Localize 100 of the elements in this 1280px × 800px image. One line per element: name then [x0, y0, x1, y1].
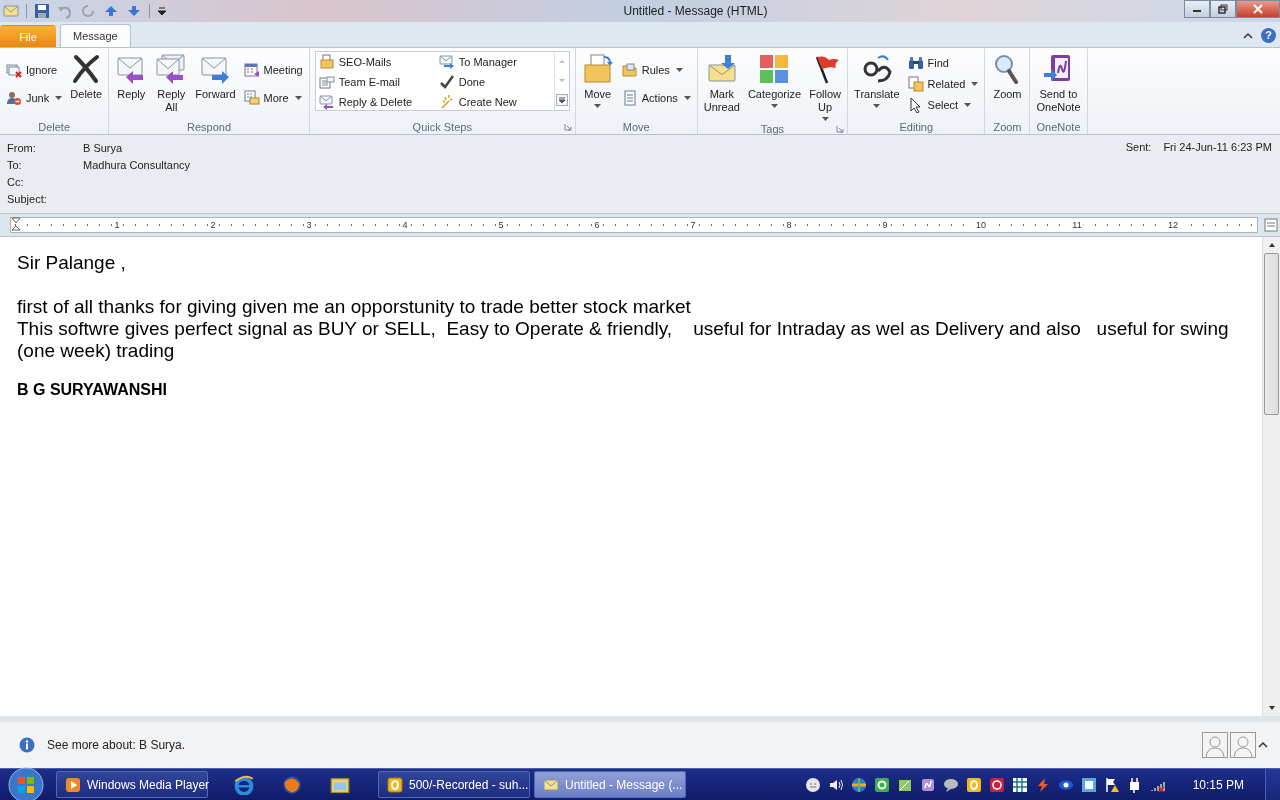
binoculars-icon [907, 54, 924, 71]
restore-icon [1218, 4, 1228, 14]
smiley-icon[interactable] [804, 776, 821, 793]
browser-icon[interactable] [234, 774, 254, 795]
ruler-number: 7 [688, 220, 698, 230]
vertical-scrollbar[interactable] [1262, 237, 1280, 716]
start-button[interactable] [8, 766, 44, 800]
caret-icon [971, 82, 979, 86]
folder-document-icon [581, 53, 614, 85]
indent-marker-icon[interactable] [11, 217, 21, 233]
taskbar-button[interactable]: 500/-Recorded - suh... [378, 771, 530, 798]
ribbon-button[interactable]: Mark Unread [700, 51, 743, 123]
quick-step-item[interactable]: To Manager [435, 52, 554, 72]
collapse-ribbon-icon[interactable] [1243, 30, 1253, 41]
ribbon-button[interactable]: Follow Up [806, 51, 845, 123]
ruler-number: 10 [974, 220, 988, 230]
paragraph: first of all thanks for giving given me an opporstunity to trade better stock market [17, 296, 692, 318]
up-arrow-icon[interactable] [103, 3, 119, 19]
caret-icon [683, 96, 691, 101]
ribbon-button[interactable]: Junk [3, 88, 66, 108]
ribbon-button[interactable]: Forward [192, 51, 239, 119]
group-label: Quick Steps [412, 120, 472, 133]
avatar-icon[interactable] [1202, 732, 1228, 758]
warning-flag-icon[interactable] [1103, 776, 1120, 793]
notebook-icon[interactable] [919, 776, 936, 793]
caret-icon [294, 96, 302, 101]
ruler-number: 8 [784, 220, 794, 230]
quick-step-item[interactable]: Create New [435, 92, 554, 112]
envelope-arrow-icon [438, 54, 455, 70]
checkmark-icon [438, 74, 455, 90]
field-value: B Surya [83, 141, 123, 154]
speech-bubble-icon[interactable] [942, 776, 959, 793]
minimize-button[interactable] [1184, 0, 1210, 18]
field-label: Cc: [7, 175, 25, 188]
ribbon-button[interactable]: Reply [112, 51, 151, 119]
ribbon-button[interactable]: Rules [618, 60, 694, 80]
frame-icon[interactable] [1080, 776, 1097, 793]
ribbon-button[interactable]: Translate [851, 51, 903, 119]
ribbon-button[interactable]: Reply All [152, 51, 191, 119]
expand-gallery-icon[interactable] [555, 93, 568, 106]
window-title: Untitled - Message (HTML) [622, 4, 769, 18]
square-app-icon[interactable] [873, 776, 890, 793]
ribbon-button[interactable]: Categorize [744, 51, 805, 123]
group-label: Zoom [993, 120, 1022, 133]
ribbon-button[interactable]: Zoom [988, 51, 1027, 119]
group-label: Tags [760, 123, 785, 135]
expand-pane-icon[interactable] [1258, 740, 1268, 750]
group-label: OneNote [1036, 120, 1081, 133]
people-pane-text[interactable]: See more about: B Surya. [47, 738, 1190, 752]
grid-icon[interactable] [1011, 776, 1028, 793]
close-icon [1253, 4, 1263, 14]
close-button[interactable] [1236, 0, 1280, 18]
restore-button[interactable] [1210, 0, 1236, 18]
ball-icon[interactable] [850, 776, 867, 793]
quick-step-item[interactable]: Team E-mail [315, 72, 436, 92]
field-value: Madhura Consultancy [83, 158, 190, 171]
ruler-number: 3 [304, 220, 314, 230]
ribbon-button[interactable]: Ignore [3, 60, 66, 80]
ribbon-button[interactable]: More [240, 88, 306, 108]
envelopes-arrow-icon [155, 53, 188, 85]
ruler-number: 5 [496, 220, 506, 230]
group-label: Delete [38, 120, 70, 133]
ruler-number: 1 [112, 220, 122, 230]
quick-step-item[interactable]: Reply & Delete [315, 92, 436, 112]
ribbon-button[interactable]: Meeting [240, 60, 306, 80]
ribbon-button[interactable]: Send to OneNote [1033, 51, 1084, 119]
caret-icon [964, 103, 972, 108]
ribbon-button[interactable]: Related [904, 74, 982, 94]
documents-icon [907, 76, 924, 92]
group-label: Move [622, 120, 650, 133]
ruler-toggle-icon[interactable] [1264, 218, 1278, 232]
dialog-launcher-icon[interactable] [563, 122, 572, 131]
down-arrow-icon[interactable] [126, 3, 142, 19]
ignore-icon [6, 61, 22, 78]
help-button[interactable]: ? [1261, 28, 1276, 43]
globe-icon[interactable] [282, 774, 302, 795]
ribbon-button[interactable]: Find [904, 53, 982, 73]
greeting: Sir Palange , [17, 252, 127, 274]
dialog-launcher-icon[interactable] [836, 125, 845, 133]
calendar-envelope-icon [243, 90, 260, 107]
taskbar-button[interactable]: Windows Media Player [56, 771, 208, 798]
ring-icon[interactable] [988, 776, 1005, 793]
ribbon-button[interactable]: Delete [67, 51, 106, 119]
folder-icon [621, 61, 638, 78]
folder-document-icon [318, 54, 335, 70]
app-square-icon[interactable] [965, 776, 982, 793]
save-icon[interactable] [34, 3, 50, 19]
clock[interactable]: 10:15 PM [1192, 777, 1244, 792]
ribbon-button[interactable]: Move [578, 51, 617, 119]
quick-step-item[interactable]: Done [435, 72, 554, 92]
customize-caret-icon[interactable] [157, 6, 167, 16]
ribbon-button[interactable]: Actions [618, 88, 694, 108]
person-block-icon [6, 90, 22, 107]
ribbon-tab[interactable]: Message [60, 24, 131, 47]
field-label: Subject: [7, 192, 48, 205]
color-squares-icon [758, 53, 791, 85]
group-label: Respond [186, 120, 231, 133]
quick-step-item[interactable]: SEO-Mails [315, 52, 436, 72]
caret-icon [771, 104, 778, 108]
ribbon-button[interactable]: Select [904, 95, 982, 115]
